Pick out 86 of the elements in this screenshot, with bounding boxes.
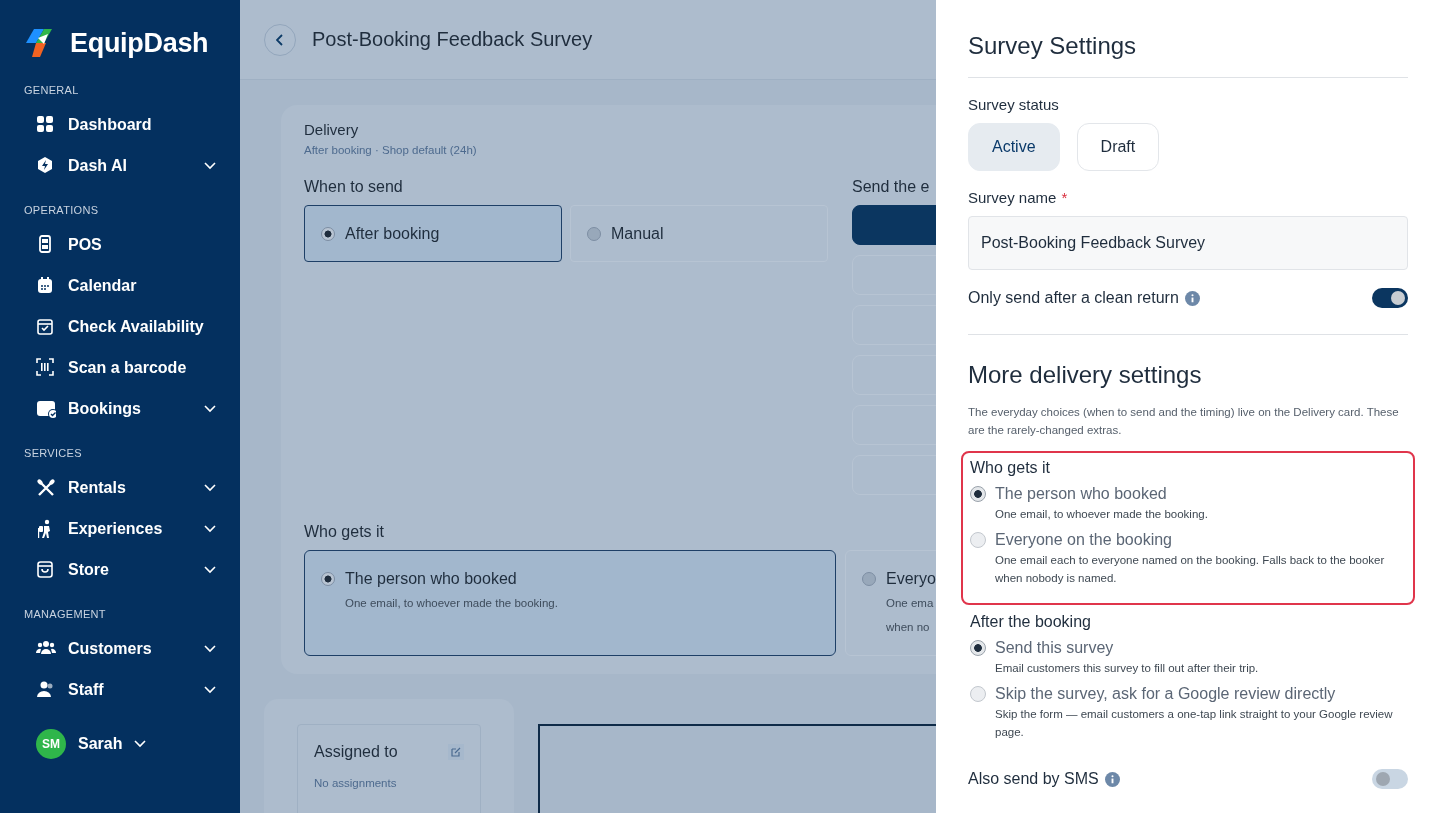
section-heading: MANAGEMENT [24, 608, 107, 620]
grid-icon [36, 114, 56, 135]
toggle-switch[interactable] [1372, 288, 1408, 308]
question-label: Who gets it [304, 523, 386, 541]
avatar: SM [36, 729, 66, 759]
chevron-down-icon [204, 644, 216, 653]
option-description: One email, to whoever made the booking. [995, 507, 1208, 522]
paddles-icon [36, 477, 56, 498]
option-label: Send this survey [995, 639, 1115, 657]
chevron-down-icon [204, 524, 216, 533]
nav-item[interactable]: POS [24, 224, 216, 265]
card-summary: After booking · Shop default (24h) [304, 144, 478, 156]
required-mark: * [1061, 189, 1068, 206]
chevron-down-icon [204, 483, 216, 492]
nav-item[interactable]: Bookings [24, 388, 216, 429]
card-title: Delivery [304, 121, 360, 138]
field-label: Survey name [968, 189, 1057, 206]
group-label: Who gets it [970, 459, 1052, 477]
chevron-down-icon [204, 161, 216, 170]
nav-item[interactable]: Check Availability [24, 306, 216, 347]
field-label: Survey status [968, 96, 1060, 113]
calendar-check-icon [36, 398, 56, 419]
panel-title: Assigned to [314, 743, 398, 761]
option-description: when no [886, 620, 931, 635]
edit-button[interactable] [448, 744, 464, 760]
toggle-switch[interactable] [1372, 769, 1408, 789]
nav-item[interactable]: Calendar [24, 265, 216, 306]
radio-button[interactable] [970, 486, 986, 502]
setting-label: Only send after a clean return [968, 289, 1179, 307]
section-heading: SERVICES [24, 447, 83, 459]
setting-label: Also send by SMS [968, 770, 1099, 788]
option-description: One email, to whoever made the booking. [345, 596, 558, 611]
chevron-left-icon [276, 33, 284, 46]
radio-button[interactable] [970, 532, 986, 548]
chevron-down-icon [204, 685, 216, 694]
option-label: The person who booked [995, 485, 1168, 503]
user-menu[interactable]: SM Sarah [24, 724, 186, 764]
help-text: The everyday choices (when to send and the timing) live on the Delivery card. These are the rarely-changed extras. [968, 405, 1400, 438]
option-label: Everyone on the booking [995, 531, 1173, 549]
nav-item[interactable]: Staff [24, 669, 216, 710]
back-button[interactable] [264, 23, 296, 56]
radio-button[interactable] [321, 572, 335, 586]
calendar-check-icon [36, 316, 56, 337]
question-label: Send the e [852, 178, 931, 196]
nav-item[interactable]: Dash AI [24, 145, 216, 186]
option-label: Everyo [886, 570, 936, 588]
option-card[interactable]: The person who booked One email, to whoever made the booking. [304, 550, 836, 656]
question-label: When to send [304, 178, 404, 196]
option-description: One email each to everyone named on the booking. Falls back to the booker when nobody is named. [995, 553, 1386, 586]
survey-name-field[interactable]: Post-Booking Feedback Survey [968, 216, 1408, 270]
chevron-down-icon [204, 565, 216, 574]
radio-button[interactable] [970, 686, 986, 702]
section-heading: OPERATIONS [24, 204, 100, 216]
nav-item[interactable]: Customers [24, 628, 216, 669]
nav-item[interactable]: Dashboard [24, 104, 216, 145]
status-button[interactable]: Active [968, 123, 1060, 171]
shopping-bag-icon [36, 559, 56, 580]
info-icon[interactable] [1184, 290, 1200, 306]
section-title: More delivery settings [968, 361, 1203, 389]
section-heading: GENERAL [24, 84, 80, 96]
option-description: Skip the form — email customers a one-tap link straight to your Google review page. [995, 707, 1394, 740]
option-description: Email customers this survey to fill out after their trip. [995, 661, 1259, 676]
chevron-down-icon [134, 740, 147, 748]
panel-title: Survey Settings [968, 31, 1138, 61]
status-button[interactable]: Draft [1076, 123, 1160, 171]
option-label: The person who booked [345, 570, 518, 588]
option-card[interactable]: After booking [304, 205, 562, 262]
radio-button[interactable] [970, 640, 986, 656]
radio-button[interactable] [862, 572, 876, 586]
option-card[interactable]: Manual [570, 205, 828, 262]
option-label: Skip the survey, ask for a Google review directly [995, 685, 1337, 703]
edit-icon [451, 747, 461, 757]
barcode-icon [36, 357, 56, 378]
page-title: Post-Booking Feedback Survey [312, 28, 593, 51]
empty-state-text: No assignments [314, 777, 398, 789]
nav-item[interactable]: Rentals [24, 467, 216, 508]
radio-button[interactable] [587, 226, 601, 241]
info-icon[interactable] [1104, 771, 1120, 787]
logo-text: EquipDash [70, 27, 209, 59]
nav-item[interactable]: Store [24, 549, 216, 590]
option-description: One ema [886, 596, 935, 611]
nav-item[interactable]: Experiences [24, 508, 216, 549]
group-label: After the booking [970, 613, 1092, 631]
radio-button[interactable] [321, 226, 335, 241]
chevron-down-icon [204, 404, 216, 413]
nav-item[interactable]: Scan a barcode [24, 347, 216, 388]
